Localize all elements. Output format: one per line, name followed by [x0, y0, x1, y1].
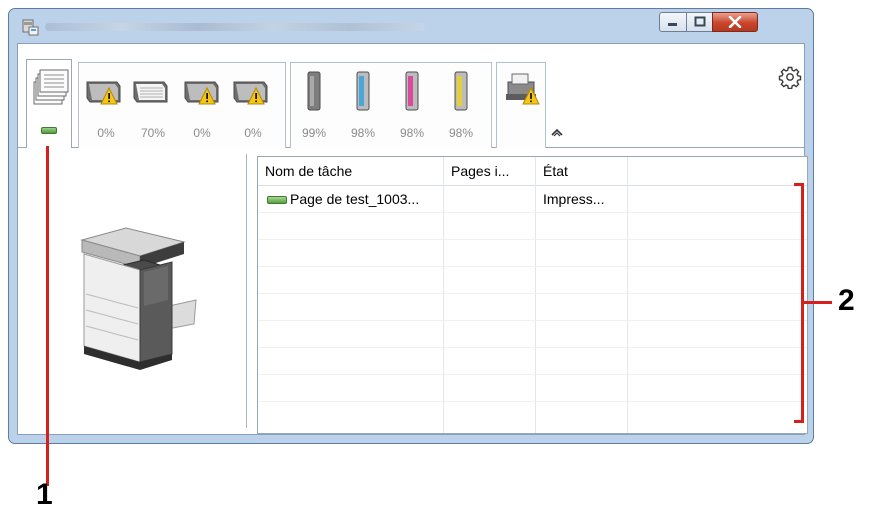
- tray-1-level: 0%: [97, 126, 115, 140]
- callout-line-1: [46, 146, 49, 486]
- title-bar[interactable]: [9, 9, 813, 43]
- job-status-icon: [267, 196, 287, 204]
- printer-device-image: [80, 227, 197, 370]
- toner-magenta-icon: [405, 71, 419, 111]
- job-state-cell: Impress...: [543, 191, 605, 207]
- paper-tray-2-icon: [133, 81, 168, 103]
- column-header-pages[interactable]: Pages i...: [444, 157, 536, 185]
- close-icon: [728, 16, 742, 28]
- job-list-table[interactable]: Nom de tâche Pages i... État Page de tes…: [257, 156, 808, 434]
- paper-tray-4-warning-icon: [233, 81, 268, 105]
- settings-gear-icon[interactable]: [778, 65, 802, 89]
- toner-yellow-icon: [454, 71, 468, 111]
- maximize-icon: [694, 16, 705, 27]
- device-warning-icon: [506, 73, 540, 105]
- tray-4-level: 0%: [244, 126, 262, 140]
- minimize-button[interactable]: [659, 12, 687, 32]
- table-header: Nom de tâche Pages i... État: [258, 157, 807, 186]
- toner-black-icon: [307, 71, 321, 111]
- collapse-chevron-icon[interactable]: [549, 126, 565, 138]
- close-button[interactable]: [712, 12, 758, 32]
- toner-yellow-level: 98%: [448, 126, 474, 140]
- toner-black-level: 99%: [301, 126, 327, 140]
- tray-2-level: 70%: [140, 126, 166, 140]
- pane-separator: [246, 154, 247, 428]
- tray-3-level: 0%: [193, 126, 211, 140]
- status-toolbar: 0% 70% 0% 0% 99% 98% 98% 98%: [18, 44, 804, 148]
- paper-tray-3-warning-icon: [184, 81, 219, 105]
- maximize-button[interactable]: [686, 12, 713, 32]
- toner-cyan-icon: [356, 71, 370, 111]
- minimize-icon: [668, 23, 677, 26]
- paper-tray-1-warning-icon: [86, 81, 121, 105]
- callout-number-1: 1: [36, 478, 53, 511]
- client-area: 0% 70% 0% 0% 99% 98% 98% 98% Nom de tâch…: [17, 43, 808, 435]
- status-monitor-window: 0% 70% 0% 0% 99% 98% 98% 98% Nom de tâch…: [8, 8, 814, 444]
- window-title: [45, 23, 425, 31]
- column-header-job-name[interactable]: Nom de tâche: [258, 157, 444, 185]
- print-job-list-icon: [33, 69, 69, 105]
- tab-print-jobs[interactable]: [26, 59, 72, 148]
- job-status-led: [41, 127, 57, 134]
- callout-number-2: 2: [838, 284, 855, 317]
- device-image-pane: [18, 148, 246, 434]
- toner-magenta-level: 98%: [399, 126, 425, 140]
- table-row[interactable]: Page de test_1003... Impress...: [258, 186, 807, 213]
- toner-cyan-level: 98%: [350, 126, 376, 140]
- callout-line-2: [804, 301, 832, 304]
- job-pages-cell: [450, 186, 534, 213]
- printer-app-icon: [22, 19, 39, 36]
- column-header-state[interactable]: État: [536, 157, 628, 185]
- job-name-cell: Page de test_1003...: [290, 191, 420, 207]
- callout-bracket-2: [794, 183, 804, 423]
